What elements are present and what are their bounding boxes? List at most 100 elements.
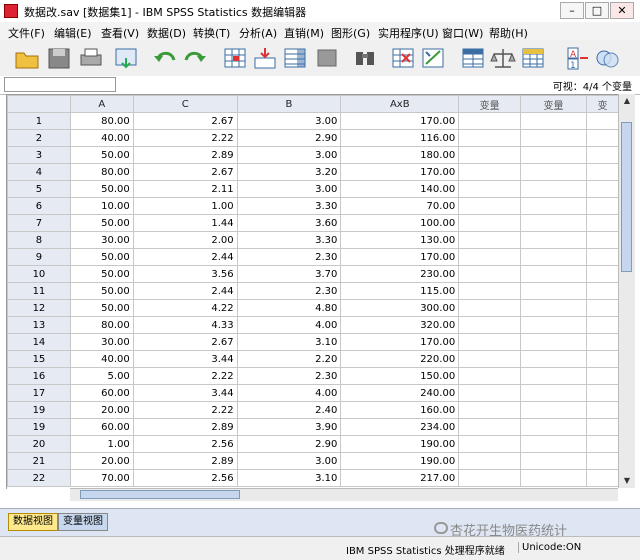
empty-cell[interactable]	[585, 299, 619, 317]
empty-variable-header[interactable]: 变	[585, 95, 619, 113]
empty-cell[interactable]	[585, 333, 619, 351]
data-cell[interactable]: 2.90	[236, 435, 342, 453]
undo-icon[interactable]	[152, 46, 178, 70]
column-header[interactable]: B	[236, 95, 342, 113]
column-header[interactable]: C	[132, 95, 238, 113]
data-cell[interactable]: 3.44	[132, 350, 238, 368]
row-number[interactable]: 17	[7, 384, 71, 402]
empty-cell[interactable]	[520, 367, 587, 385]
row-number[interactable]: 2	[7, 129, 71, 147]
data-cell[interactable]: 30.00	[69, 333, 134, 351]
print-icon[interactable]	[78, 46, 104, 70]
data-cell[interactable]: 240.00	[340, 384, 460, 402]
tab-data-view[interactable]: 数据视图	[8, 513, 58, 531]
empty-cell[interactable]	[458, 180, 522, 198]
data-cell[interactable]: 170.00	[340, 248, 460, 266]
data-cell[interactable]: 2.00	[132, 231, 238, 249]
data-cell[interactable]: 2.30	[236, 282, 342, 300]
empty-cell[interactable]	[520, 350, 587, 368]
tab-variable-view[interactable]: 变量视图	[58, 513, 108, 531]
data-cell[interactable]: 160.00	[340, 401, 460, 419]
empty-cell[interactable]	[520, 469, 587, 487]
empty-cell[interactable]	[585, 214, 619, 232]
data-cell[interactable]: 80.00	[69, 112, 134, 130]
data-cell[interactable]: 2.89	[132, 418, 238, 436]
empty-cell[interactable]	[520, 316, 587, 334]
empty-cell[interactable]	[585, 197, 619, 215]
horizontal-scroll-thumb[interactable]	[80, 490, 240, 499]
row-number[interactable]: 4	[7, 163, 71, 181]
row-number[interactable]: 12	[7, 299, 71, 317]
column-header[interactable]: AxB	[340, 95, 460, 113]
open-folder-icon[interactable]	[14, 46, 40, 70]
row-number[interactable]: 19	[7, 418, 71, 436]
dialog-recall-icon[interactable]	[114, 46, 140, 70]
empty-cell[interactable]	[458, 231, 522, 249]
empty-cell[interactable]	[520, 231, 587, 249]
data-cell[interactable]: 40.00	[69, 129, 134, 147]
empty-cell[interactable]	[458, 282, 522, 300]
data-cell[interactable]: 2.44	[132, 248, 238, 266]
data-cell[interactable]: 115.00	[340, 282, 460, 300]
empty-cell[interactable]	[458, 248, 522, 266]
data-cell[interactable]: 60.00	[69, 384, 134, 402]
data-cell[interactable]: 2.22	[132, 367, 238, 385]
data-cell[interactable]: 50.00	[69, 299, 134, 317]
row-number[interactable]: 1	[7, 112, 71, 130]
data-cell[interactable]: 70.00	[69, 469, 134, 487]
column-header[interactable]: A	[69, 95, 134, 113]
data-cell[interactable]: 50.00	[69, 214, 134, 232]
use-sets-icon[interactable]	[594, 46, 620, 70]
empty-cell[interactable]	[458, 197, 522, 215]
row-number[interactable]: 7	[7, 214, 71, 232]
insert-variable-icon[interactable]	[420, 46, 446, 70]
empty-cell[interactable]	[458, 350, 522, 368]
menu-transform[interactable]: 转换(T)	[193, 25, 230, 41]
menu-file[interactable]: 文件(F)	[8, 25, 45, 41]
empty-cell[interactable]	[458, 146, 522, 164]
empty-cell[interactable]	[585, 180, 619, 198]
data-cell[interactable]: 2.67	[132, 112, 238, 130]
empty-cell[interactable]	[458, 367, 522, 385]
empty-cell[interactable]	[458, 299, 522, 317]
empty-cell[interactable]	[585, 129, 619, 147]
empty-cell[interactable]	[520, 180, 587, 198]
data-cell[interactable]: 2.56	[132, 469, 238, 487]
menu-help[interactable]: 帮助(H)	[489, 25, 528, 41]
data-cell[interactable]: 2.90	[236, 129, 342, 147]
save-icon[interactable]	[46, 46, 72, 70]
data-cell[interactable]: 3.00	[236, 452, 342, 470]
empty-cell[interactable]	[520, 129, 587, 147]
empty-cell[interactable]	[520, 299, 587, 317]
empty-variable-header[interactable]: 变量	[520, 95, 587, 113]
scroll-down-arrow-icon[interactable]: ▼	[619, 474, 635, 488]
data-cell[interactable]: 3.60	[236, 214, 342, 232]
empty-variable-header[interactable]: 变量	[458, 95, 522, 113]
vertical-scroll-thumb[interactable]	[621, 122, 632, 272]
menu-data[interactable]: 数据(D)	[147, 25, 186, 41]
run-descriptives-icon[interactable]	[314, 46, 340, 70]
select-cases-icon[interactable]	[520, 46, 546, 70]
data-cell[interactable]: 20.00	[69, 401, 134, 419]
data-cell[interactable]: 50.00	[69, 146, 134, 164]
data-cell[interactable]: 5.00	[69, 367, 134, 385]
empty-cell[interactable]	[458, 316, 522, 334]
weight-cases-icon[interactable]	[490, 46, 516, 70]
empty-cell[interactable]	[458, 112, 522, 130]
data-cell[interactable]: 150.00	[340, 367, 460, 385]
data-cell[interactable]: 3.10	[236, 469, 342, 487]
data-cell[interactable]: 3.00	[236, 146, 342, 164]
row-number[interactable]: 14	[7, 333, 71, 351]
empty-cell[interactable]	[520, 112, 587, 130]
data-cell[interactable]: 4.80	[236, 299, 342, 317]
data-cell[interactable]: 234.00	[340, 418, 460, 436]
data-cell[interactable]: 2.44	[132, 282, 238, 300]
data-cell[interactable]: 3.00	[236, 112, 342, 130]
empty-cell[interactable]	[520, 146, 587, 164]
data-cell[interactable]: 140.00	[340, 180, 460, 198]
data-cell[interactable]: 190.00	[340, 435, 460, 453]
data-cell[interactable]: 3.30	[236, 197, 342, 215]
data-cell[interactable]: 40.00	[69, 350, 134, 368]
data-cell[interactable]: 60.00	[69, 418, 134, 436]
variables-icon[interactable]	[282, 46, 308, 70]
